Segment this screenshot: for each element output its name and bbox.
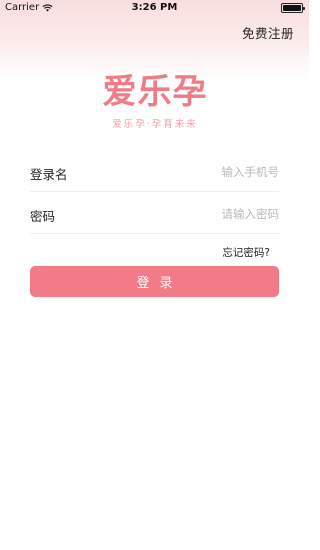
register-link[interactable]: 免费注册 bbox=[242, 23, 294, 42]
logo-slogan: 爱乐孕·孕育未来 bbox=[112, 119, 198, 130]
password-row: 密码 bbox=[30, 194, 279, 234]
username-row: 登录名 bbox=[30, 152, 279, 192]
logo-wordmark: 爱乐孕 bbox=[102, 72, 208, 112]
status-bar: Carrier 3:26 PM bbox=[0, 0, 309, 16]
forgot-password-link[interactable]: 忘记密码? bbox=[222, 245, 270, 260]
battery-level bbox=[283, 5, 301, 11]
login-button[interactable]: 登录 bbox=[30, 266, 279, 297]
app-logo: 爱乐孕 爱乐孕·孕育未来 bbox=[100, 72, 210, 130]
password-input[interactable] bbox=[119, 202, 279, 226]
battery-icon bbox=[281, 3, 305, 13]
status-time: 3:26 PM bbox=[131, 2, 178, 13]
username-input[interactable] bbox=[119, 160, 279, 184]
username-label: 登录名 bbox=[30, 167, 68, 182]
password-label: 密码 bbox=[30, 209, 56, 224]
